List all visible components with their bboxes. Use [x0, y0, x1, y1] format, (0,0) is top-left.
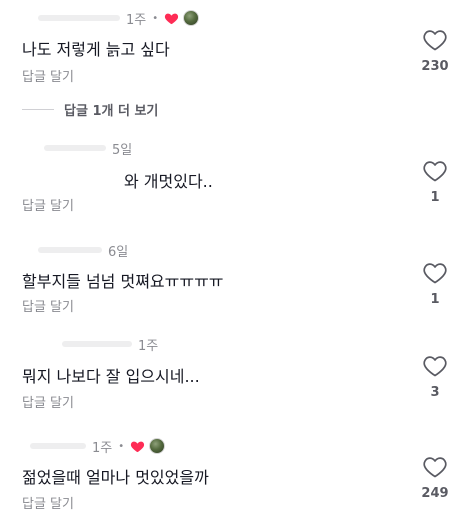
like-button[interactable]: 1 [415, 160, 455, 205]
comment-meta: 1주 [62, 335, 159, 354]
like-count: 1 [430, 190, 440, 205]
comment-text: 할부지들 넘넘 멋쪄요ㅠㅠㅠㅠ [22, 272, 224, 291]
like-button[interactable]: 3 [415, 355, 455, 400]
view-more-replies-label: 답글 1개 더 보기 [64, 104, 159, 119]
username-redacted[interactable] [44, 145, 106, 151]
like-count: 230 [421, 59, 449, 74]
divider-line [22, 109, 54, 110]
comment-meta: 6일 [38, 241, 129, 260]
heart-outline-icon[interactable] [423, 456, 447, 478]
comment-time: 1주 [126, 12, 147, 28]
comment-time: 5일 [112, 142, 133, 158]
like-count: 249 [421, 486, 449, 501]
comment-meta: 1주 • [30, 437, 166, 456]
reply-button[interactable]: 답글 달기 [22, 392, 74, 411]
username-redacted[interactable] [62, 341, 132, 347]
creator-liked-heart-icon [131, 441, 145, 452]
comment-text: 와 개멋있다.. [124, 172, 213, 191]
comment-time: 1주 [92, 440, 113, 456]
username-redacted[interactable] [38, 15, 120, 21]
like-count: 1 [430, 292, 440, 307]
creator-avatar [183, 10, 200, 26]
comment-time: 1주 [138, 338, 159, 354]
heart-outline-icon[interactable] [423, 262, 447, 284]
like-button[interactable]: 230 [415, 29, 455, 74]
username-redacted[interactable] [30, 443, 86, 449]
username-redacted[interactable] [38, 247, 102, 253]
meta-separator: • [152, 12, 159, 24]
comment-meta: 1주 • [38, 9, 200, 28]
comment-text: 나도 저렇게 늙고 싶다 [22, 40, 170, 59]
like-button[interactable]: 249 [415, 456, 455, 501]
view-more-replies-button[interactable]: 답글 1개 더 보기 [22, 100, 158, 119]
reply-button[interactable]: 답글 달기 [22, 195, 74, 214]
like-button[interactable]: 1 [415, 262, 455, 307]
heart-outline-icon[interactable] [423, 355, 447, 377]
comment-time: 6일 [108, 244, 129, 260]
creator-avatar [149, 438, 166, 454]
comment-text: 뭐지 나보다 잘 입으시네... [22, 367, 200, 386]
heart-outline-icon[interactable] [423, 29, 447, 51]
creator-liked-heart-icon [165, 13, 179, 24]
heart-outline-icon[interactable] [423, 160, 447, 182]
reply-button[interactable]: 답글 달기 [22, 296, 74, 315]
like-count: 3 [430, 385, 440, 400]
reply-button[interactable]: 답글 달기 [22, 66, 74, 85]
comment-meta: 5일 [44, 139, 133, 158]
meta-separator: • [118, 440, 125, 452]
reply-button[interactable]: 답글 달기 [22, 493, 74, 512]
comment-text: 젊었을때 얼마나 멋있었을까 [22, 468, 209, 487]
